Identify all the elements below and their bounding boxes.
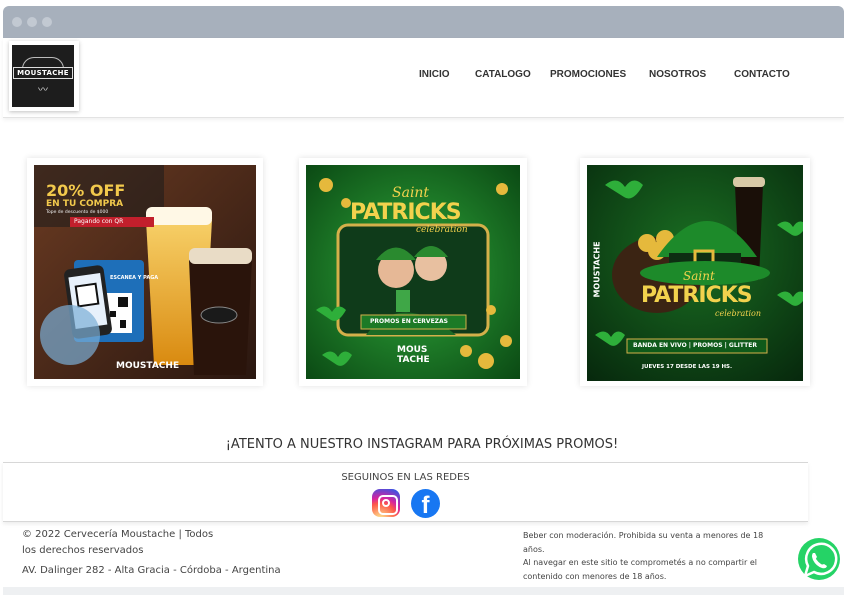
window-maximize-dot[interactable]: [42, 17, 52, 27]
social-section: SEGUINOS EN LAS REDES f: [3, 462, 808, 522]
disclaimer-line-1: Beber con moderación. Prohibida su venta…: [523, 531, 764, 554]
logo-link[interactable]: MOUSTACHE 〰: [9, 41, 79, 111]
copyright-line-1: © 2022 Cervecería Moustache | Todos: [22, 529, 214, 540]
site-header: MOUSTACHE 〰 INICIO CATALOGO PROMOCIONES …: [3, 38, 844, 118]
promo-image-stpatricks-event: MOUSTACHE Saint PATRICKS celebration BAN…: [587, 165, 803, 381]
footer-disclaimer: Beber con moderación. Prohibida su venta…: [523, 529, 785, 583]
browser-title-bar: [3, 6, 844, 38]
promo-title-patricks: PATRICKS: [350, 200, 462, 225]
logo-text: MOUSTACHE: [13, 66, 73, 79]
moustache-logo: MOUSTACHE 〰: [12, 45, 74, 107]
nav-catalogo[interactable]: CATALOGO: [475, 69, 531, 80]
promo-card-qr[interactable]: 20% OFF EN TU COMPRA Tope de descuento d…: [27, 158, 263, 386]
instagram-icon[interactable]: [372, 489, 400, 517]
nav-inicio[interactable]: INICIO: [419, 69, 450, 80]
nav-contacto[interactable]: CONTACTO: [734, 69, 790, 80]
facebook-icon[interactable]: f: [411, 489, 440, 518]
window-minimize-dot[interactable]: [27, 17, 37, 27]
promo-image-stpatricks-beer: Saint PATRICKS celebration PROMOS EN CER…: [306, 165, 520, 379]
social-title: SEGUINOS EN LAS REDES: [341, 472, 470, 483]
promo-image-qr: 20% OFF EN TU COMPRA Tope de descuento d…: [34, 165, 256, 379]
nav-promociones[interactable]: PROMOCIONES: [550, 69, 626, 80]
mustache-icon: 〰: [38, 84, 48, 96]
promo-ribbon: PROMOS EN CERVEZAS: [370, 318, 448, 325]
promo-card-stpatricks-event[interactable]: MOUSTACHE Saint PATRICKS celebration BAN…: [580, 158, 810, 386]
disclaimer-line-2: Al navegar en este sitio te comprometés …: [523, 558, 757, 581]
instagram-heading: ¡ATENTO A NUESTRO INSTAGRAM PARA PRÓXIMA…: [225, 437, 619, 452]
copyright-line-2: los derechos reservados: [22, 545, 144, 556]
promo-qr-label: ESCANEA Y PAGA: [110, 275, 159, 281]
promo-card-stpatricks-beer[interactable]: Saint PATRICKS celebration PROMOS EN CER…: [299, 158, 527, 386]
promo-headline: 20% OFF: [46, 181, 126, 200]
footer-address: AV. Dalinger 282 - Alta Gracia - Córdoba…: [22, 565, 281, 576]
footer-copyright: © 2022 Cervecería Moustache | Todos los …: [22, 527, 213, 559]
promo-title-patricks: PATRICKS: [641, 283, 753, 308]
promo-title-celebration: celebration: [715, 309, 761, 318]
promo-title-celebration: celebration: [416, 225, 468, 235]
promo-subline: EN TU COMPRA: [46, 199, 124, 209]
bottom-strip: [3, 587, 844, 595]
promo-note: Tope de descuento de $000: [46, 210, 109, 215]
promo-brand: MOUSTACHE: [397, 345, 430, 365]
promo-brand: MOUSTACHE: [116, 361, 180, 371]
whatsapp-button[interactable]: [788, 532, 844, 588]
promo-date: JUEVES 17 DESDE LAS 19 HS.: [642, 364, 733, 370]
whatsapp-icon: [793, 534, 844, 586]
nav-nosotros[interactable]: NOSOTROS: [649, 69, 706, 80]
window-close-dot[interactable]: [12, 17, 22, 27]
promo-title-saint: Saint: [683, 269, 715, 283]
promo-title-saint: Saint: [392, 185, 430, 201]
promo-banner: BANDA EN VIVO | PROMOS | GLITTER: [633, 342, 757, 349]
promo-side-brand: MOUSTACHE: [592, 241, 602, 298]
promo-pay: Pagando con QR: [74, 218, 124, 225]
